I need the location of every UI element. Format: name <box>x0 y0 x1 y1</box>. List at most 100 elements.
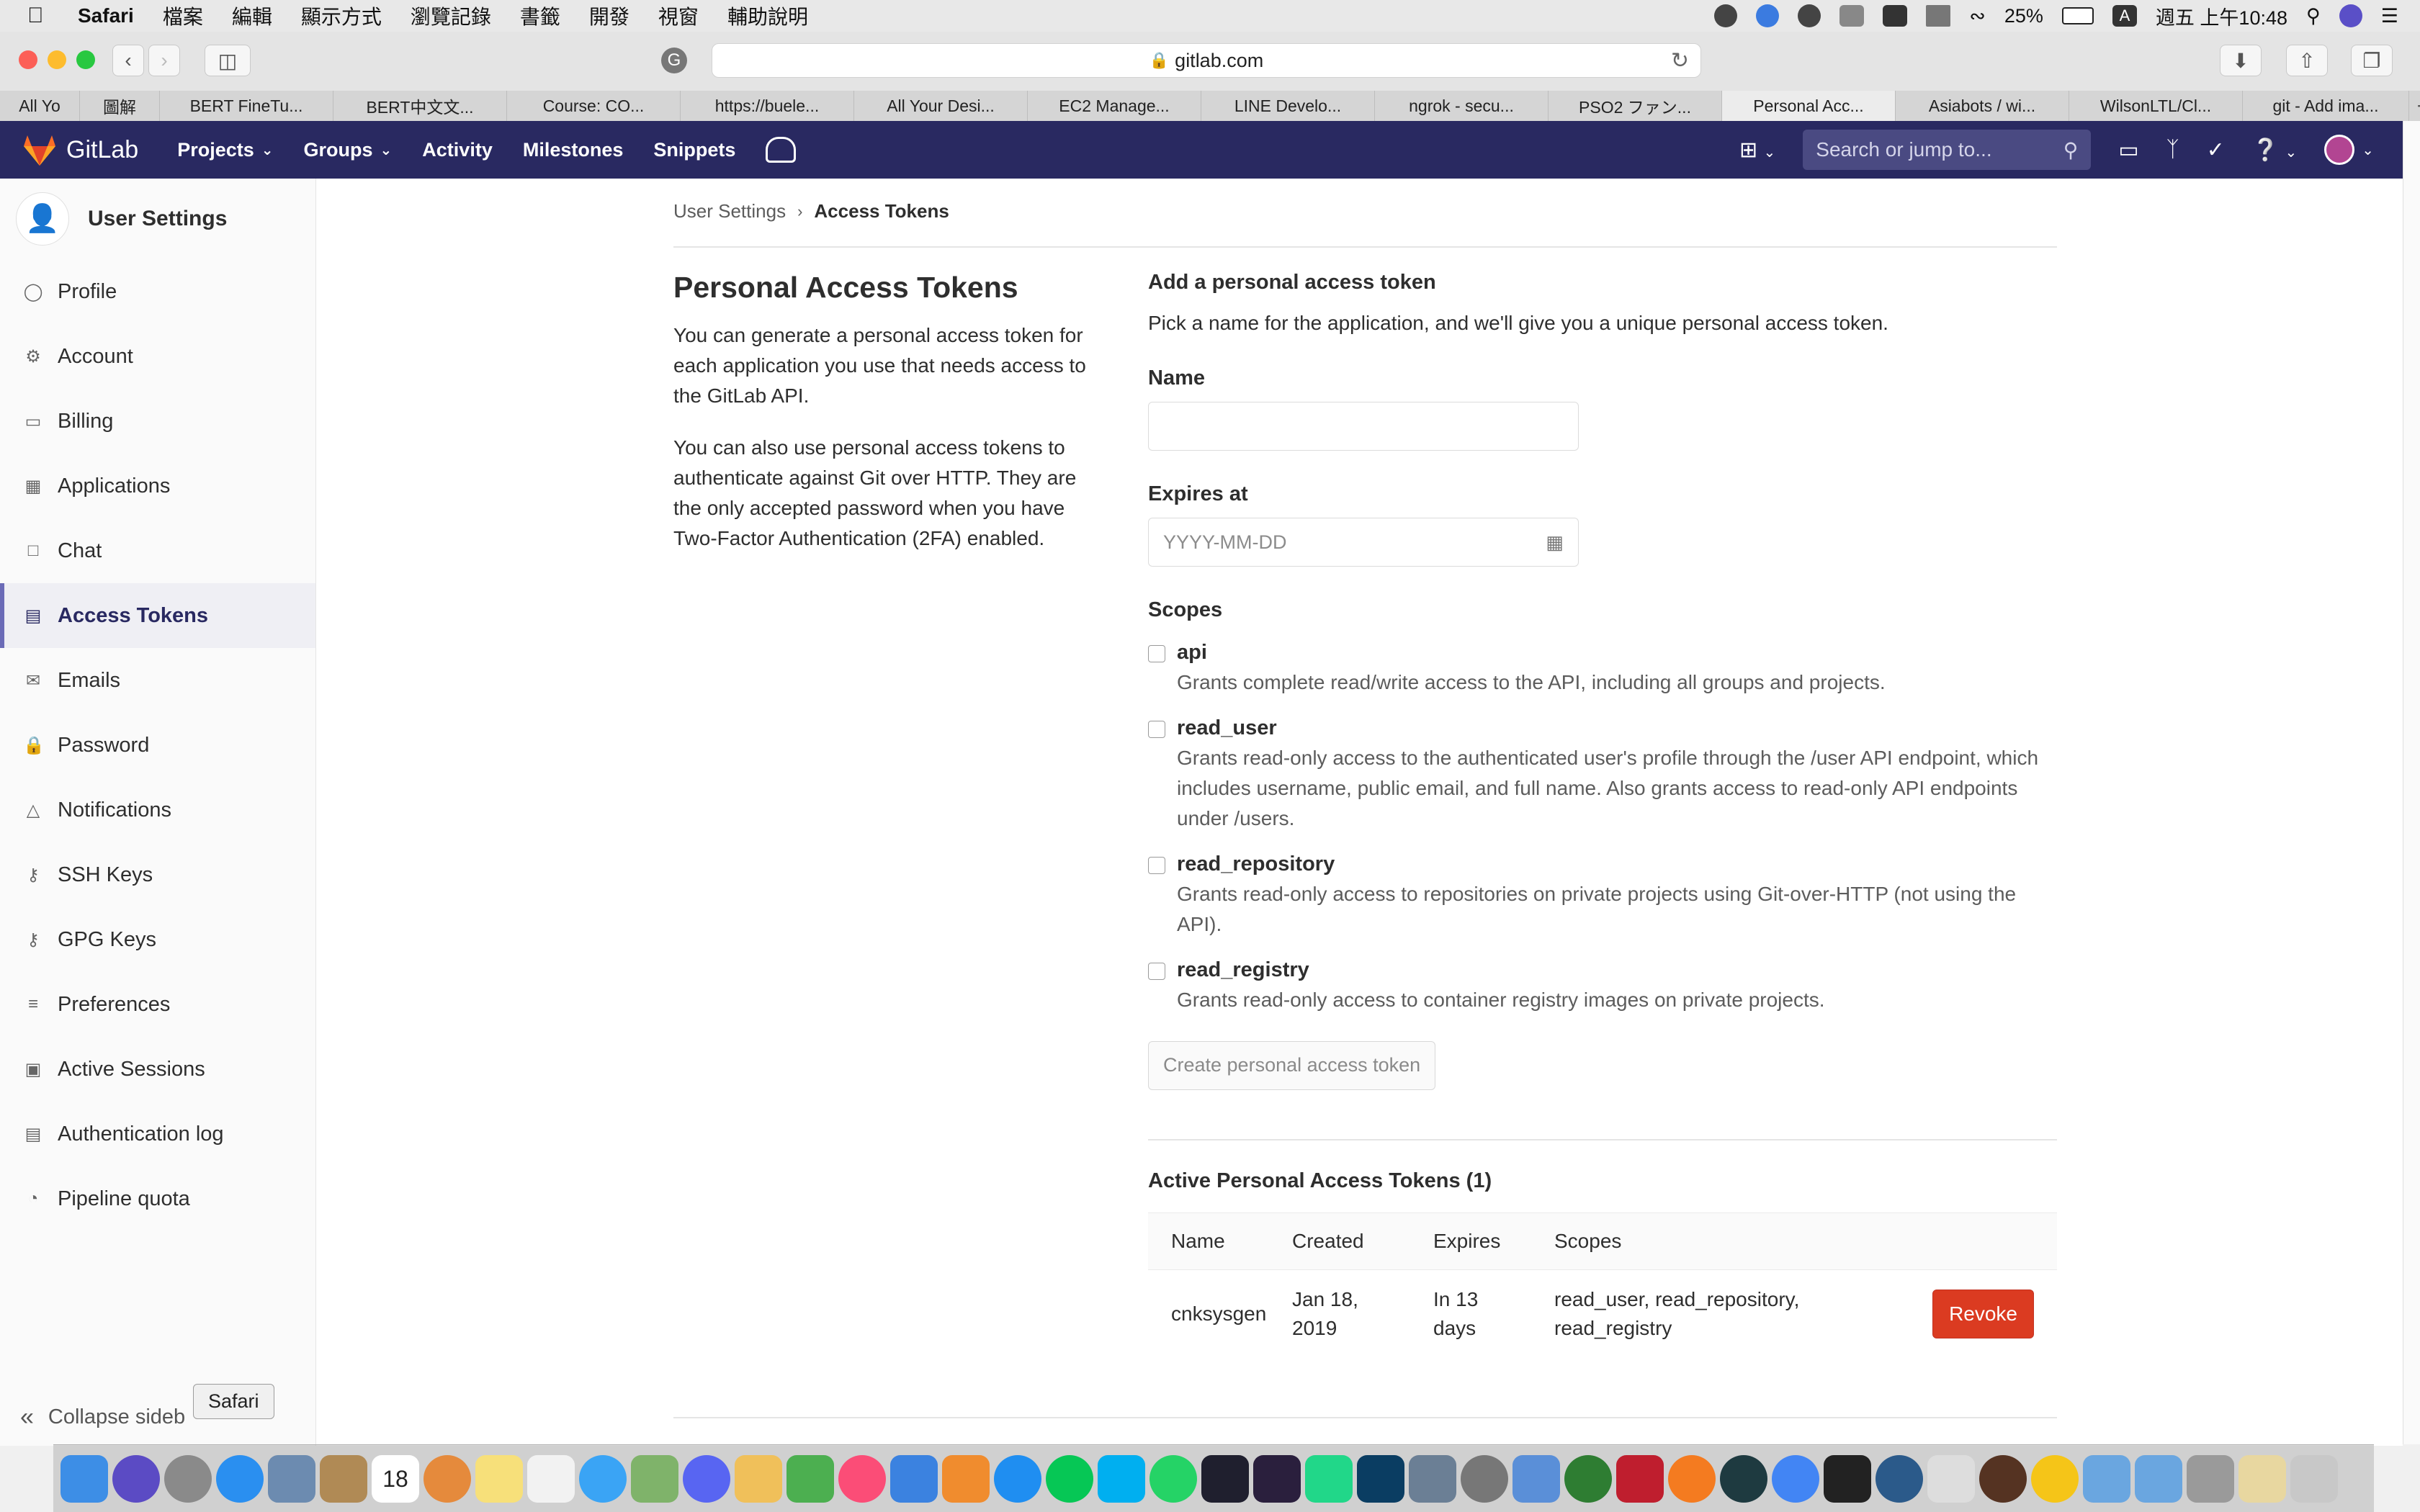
browser-tab[interactable]: https://buele... <box>681 91 854 121</box>
sidebar-item-access-tokens[interactable]: ▤ Access Tokens <box>0 583 315 648</box>
sidebar-item-pipeline-quota[interactable]: ◔ Pipeline quota <box>0 1166 315 1231</box>
notion-icon[interactable] <box>1883 5 1908 27</box>
sidebar-item-gpg-keys[interactable]: ⚷ GPG Keys <box>0 907 315 972</box>
create-token-button[interactable]: Create personal access token <box>1148 1041 1436 1090</box>
airplay-icon[interactable] <box>1926 5 1951 27</box>
menu-history[interactable]: 瀏覽記錄 <box>411 1 491 30</box>
stack-icon[interactable] <box>2187 1454 2234 1503</box>
apple-icon[interactable]:  <box>27 4 56 28</box>
sidebar-item-password[interactable]: 🔒 Password <box>0 713 315 778</box>
browser-tab[interactable]: All Your Desi... <box>854 91 1028 121</box>
browser-tab[interactable]: LINE Develo... <box>1201 91 1375 121</box>
tab-overview-button[interactable]: ❐ <box>2351 45 2393 76</box>
page-scrollbar[interactable] <box>2403 121 2420 1444</box>
reminders-icon[interactable] <box>527 1454 575 1503</box>
browser-tab[interactable]: 圖解 <box>80 91 160 121</box>
system-preferences-icon[interactable] <box>1461 1454 1508 1503</box>
search-input[interactable]: Search or jump to... ⚲ <box>1803 130 2092 170</box>
new-tab-button[interactable]: + <box>2409 91 2420 121</box>
address-bar[interactable]: 🔒 gitlab.com ↻ <box>712 43 1701 78</box>
help-icon[interactable]: ❔ ⌄ <box>2252 138 2297 163</box>
browser-tab[interactable]: WilsonLTL/Cl... <box>2069 91 2243 121</box>
scope-name[interactable]: read_registry <box>1177 958 2057 982</box>
nav-groups-dropdown[interactable]: Groups ⌄ <box>304 139 393 161</box>
browser-tab[interactable]: BERT FineTu... <box>160 91 333 121</box>
sidebar-header[interactable]: 👤 User Settings <box>0 179 315 259</box>
wifi-icon[interactable]: ∾ <box>1969 5 1986 27</box>
documents-folder-icon[interactable] <box>2135 1454 2182 1503</box>
browser-tab-active[interactable]: Personal Acc... <box>1722 91 1896 121</box>
issues-icon[interactable]: ▭ <box>2118 138 2138 163</box>
share-button[interactable]: ⇧ <box>2286 45 2328 76</box>
xcode-icon[interactable] <box>1512 1454 1560 1503</box>
browser-tab[interactable]: All Yo <box>0 91 80 121</box>
sidebar-item-billing[interactable]: ▭ Billing <box>0 389 315 454</box>
merge-requests-icon[interactable]: ᛉ <box>2166 138 2179 162</box>
spotlight-icon[interactable]: ⚲ <box>2306 5 2321 27</box>
expires-at-field[interactable]: YYYY-MM-DD ▦ <box>1148 518 1579 567</box>
browser-tab[interactable]: EC2 Manage... <box>1028 91 1201 121</box>
browser-tab[interactable]: PSO2 ファン... <box>1549 91 1722 121</box>
line-icon[interactable] <box>1046 1454 1093 1503</box>
nav-snippets-link[interactable]: Snippets <box>653 139 735 161</box>
fullscreen-window-button[interactable] <box>76 50 95 69</box>
sidebar-item-ssh-keys[interactable]: ⚷ SSH Keys <box>0 842 315 907</box>
sidebar-toggle-button[interactable]: ◫ <box>205 45 251 76</box>
intellij-icon[interactable] <box>1201 1454 1249 1503</box>
applications-folder-icon[interactable] <box>2083 1454 2130 1503</box>
sidebar-item-active-sessions[interactable]: ▣ Active Sessions <box>0 1037 315 1102</box>
scope-read-user-checkbox[interactable] <box>1148 721 1165 738</box>
user-menu[interactable]: ⌄ <box>2324 135 2374 165</box>
browser-tab[interactable]: Course: CO... <box>507 91 681 121</box>
grammarly-icon[interactable] <box>1756 4 1780 27</box>
preview-icon[interactable] <box>268 1454 315 1503</box>
notefile-icon[interactable] <box>320 1454 367 1503</box>
line-status-icon[interactable] <box>1714 4 1738 27</box>
launchpad-icon[interactable] <box>164 1454 212 1503</box>
browser-tab[interactable]: Asiabots / wi... <box>1896 91 2069 121</box>
breadcrumb-parent-link[interactable]: User Settings <box>673 200 786 222</box>
scope-read-repository-checkbox[interactable] <box>1148 857 1165 874</box>
close-window-button[interactable] <box>19 50 37 69</box>
scope-api-checkbox[interactable] <box>1148 645 1165 662</box>
maps-icon[interactable] <box>631 1454 678 1503</box>
menu-window[interactable]: 視窗 <box>658 1 699 30</box>
sublime-icon[interactable] <box>1668 1454 1716 1503</box>
finder-icon[interactable] <box>60 1454 108 1503</box>
terminal-icon[interactable] <box>1824 1454 1871 1503</box>
phpstorm-icon[interactable] <box>1253 1454 1301 1503</box>
messages-icon[interactable] <box>579 1454 627 1503</box>
notes-icon[interactable] <box>475 1454 523 1503</box>
performance-bar-gauge-icon[interactable] <box>766 137 797 163</box>
breadcrumb-current[interactable]: Access Tokens <box>814 200 949 222</box>
whatsapp-icon[interactable] <box>1150 1454 1197 1503</box>
battery-icon[interactable] <box>2061 7 2094 24</box>
sidebar-item-account[interactable]: ⚙ Account <box>0 324 315 389</box>
revoke-button[interactable]: Revoke <box>1932 1290 2034 1338</box>
photos-icon[interactable] <box>424 1454 471 1503</box>
trash-icon[interactable] <box>2290 1454 2338 1503</box>
potion-icon[interactable] <box>1979 1454 2027 1503</box>
menu-app-name[interactable]: Safari <box>78 4 134 27</box>
scope-name[interactable]: read_repository <box>1177 852 2057 876</box>
pycharm-icon[interactable] <box>1305 1454 1353 1503</box>
webstorm-icon[interactable] <box>1357 1454 1404 1503</box>
downloads-stack-icon[interactable] <box>2238 1454 2286 1503</box>
safari-icon[interactable] <box>216 1454 264 1503</box>
new-item-plus-icon[interactable]: ⊞ ⌄ <box>1739 138 1775 163</box>
pages-icon[interactable] <box>735 1454 782 1503</box>
sidebar-item-preferences[interactable]: ≡ Preferences <box>0 972 315 1037</box>
sidebar-item-chat[interactable]: □ Chat <box>0 518 315 583</box>
calendar-icon[interactable]: ▦ <box>1546 531 1564 554</box>
collapse-sidebar-button[interactable]: « Collapse sideb <box>20 1403 185 1431</box>
downloads-button[interactable]: ⬇ <box>2220 45 2262 76</box>
grammarly-extension-icon[interactable]: G <box>661 48 687 73</box>
keynote-icon[interactable] <box>890 1454 938 1503</box>
menu-edit[interactable]: 編輯 <box>232 1 272 30</box>
reload-icon[interactable]: ↻ <box>1671 48 1689 73</box>
battery-percent[interactable]: 25% <box>2004 5 2043 27</box>
sidebar-item-profile[interactable]: ◯ Profile <box>0 259 315 324</box>
todos-icon[interactable]: ✓ <box>2207 138 2225 163</box>
scope-read-registry-checkbox[interactable] <box>1148 963 1165 980</box>
menubar-clock[interactable]: 週五 上午10:48 <box>2156 2 2287 30</box>
